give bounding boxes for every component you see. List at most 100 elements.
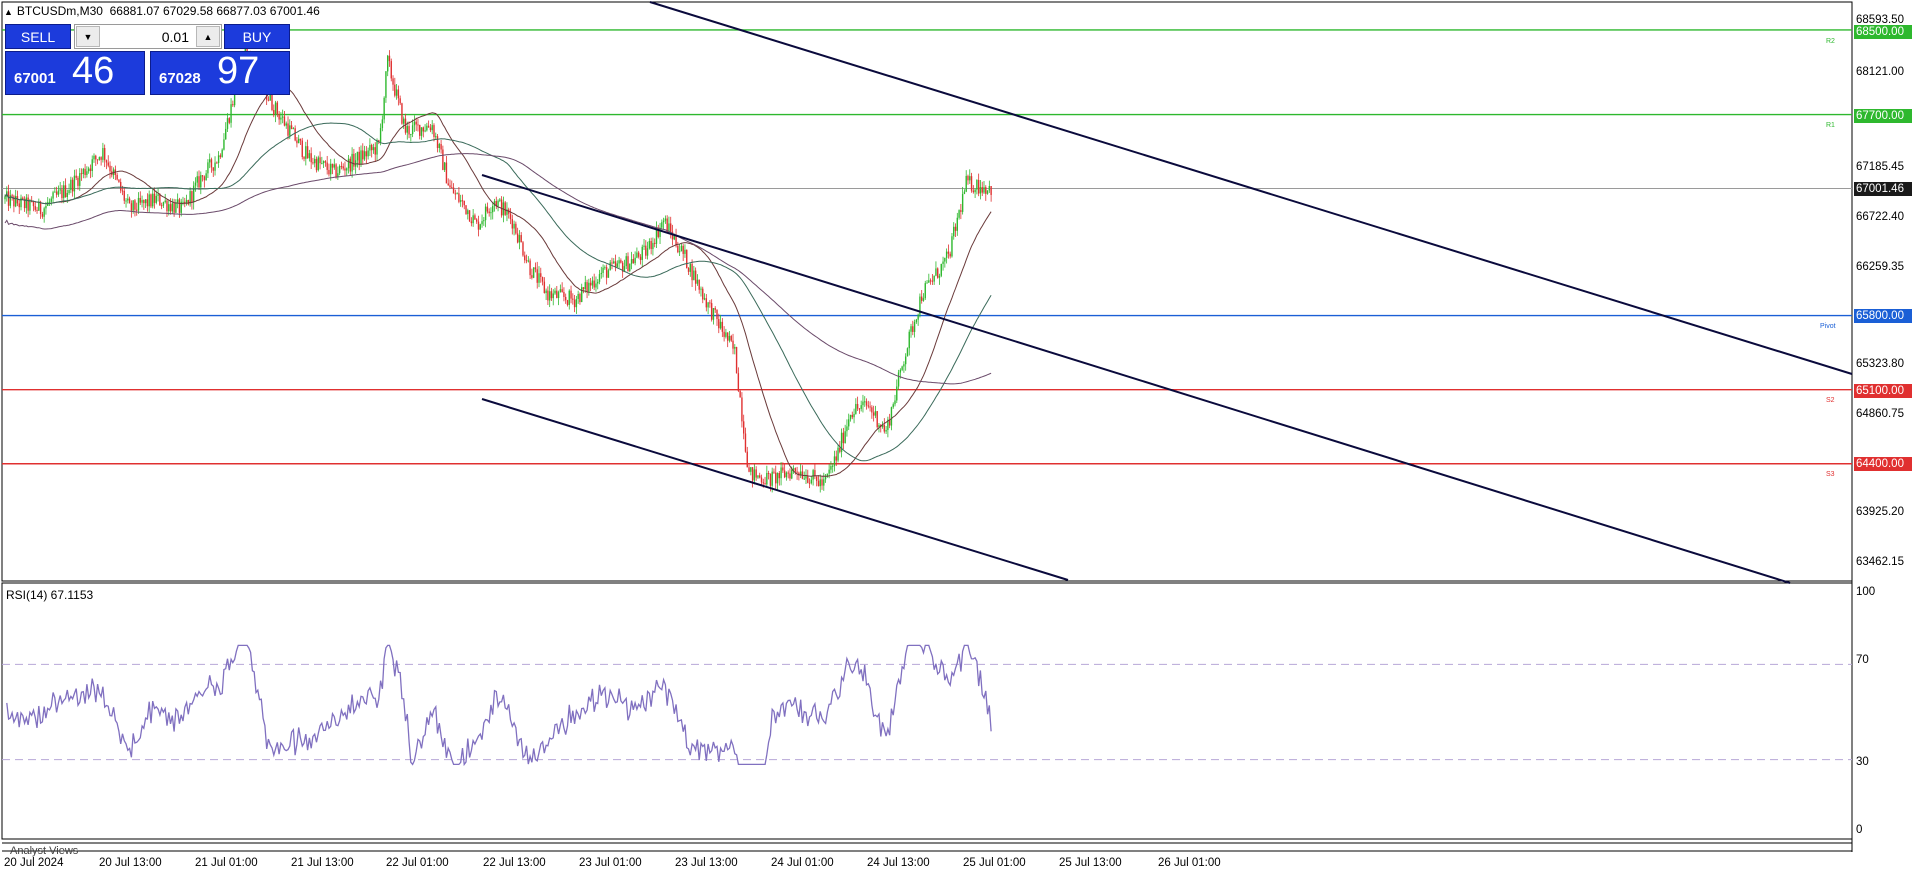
candle-body xyxy=(958,210,960,218)
candle-body xyxy=(725,332,727,337)
candle-body xyxy=(726,332,729,341)
candle-body xyxy=(929,280,932,282)
candle-body xyxy=(367,150,369,157)
candle-body xyxy=(27,197,29,211)
candle-body xyxy=(864,401,866,403)
candle-body xyxy=(164,200,166,203)
candle-body xyxy=(116,174,118,180)
candle-body xyxy=(821,479,823,486)
candle-body xyxy=(597,281,599,284)
candle-body xyxy=(693,270,695,281)
price-axis-label: 63462.15 xyxy=(1856,556,1904,568)
candle-body xyxy=(159,194,161,206)
candle-body xyxy=(143,200,145,204)
candle-body xyxy=(394,84,396,96)
candle-body xyxy=(408,126,410,135)
candle-body xyxy=(702,288,704,300)
lot-increase-button[interactable]: ▲ xyxy=(196,26,220,47)
candle-body xyxy=(98,157,101,160)
candle-body xyxy=(322,161,325,164)
pivot-price-tag: 65800.00 xyxy=(1854,309,1912,323)
symbol-info: ▲ BTCUSDm,M30 66881.07 67029.58 66877.03 … xyxy=(4,3,320,19)
buy-button[interactable]: BUY xyxy=(224,24,290,49)
candle-body xyxy=(832,465,834,467)
candle-body xyxy=(885,430,887,432)
candle-body xyxy=(581,287,583,303)
candle-body xyxy=(867,405,869,407)
candle-body xyxy=(152,193,154,207)
sell-price-button[interactable]: 67001 46 xyxy=(5,50,145,95)
candle-body xyxy=(883,424,886,432)
time-axis-label: 22 Jul 13:00 xyxy=(483,857,546,869)
candle-body xyxy=(468,210,471,222)
candle-body xyxy=(427,125,430,128)
candle-body xyxy=(858,408,861,410)
candle-body xyxy=(442,149,444,170)
candle-body xyxy=(524,255,526,261)
candle-body xyxy=(762,482,764,484)
candle-body xyxy=(497,200,499,207)
candle-body xyxy=(945,251,948,258)
candle-body xyxy=(527,260,530,262)
candle-body xyxy=(16,196,19,204)
symbol-timeframe: BTCUSDm,M30 xyxy=(16,4,103,18)
candle-body xyxy=(792,468,795,470)
candle-body xyxy=(216,162,218,164)
candle-body xyxy=(903,364,905,367)
candle-body xyxy=(924,283,926,299)
sell-price-pips: 46 xyxy=(72,50,115,92)
candle-body xyxy=(949,253,951,257)
candle-body xyxy=(678,251,681,253)
candle-body xyxy=(810,479,813,484)
candle-body xyxy=(274,102,277,115)
candle-body xyxy=(767,472,770,474)
chart-canvas[interactable] xyxy=(0,0,1916,874)
sell-button[interactable]: SELL xyxy=(5,24,71,49)
candle-body xyxy=(82,168,85,175)
candle-body xyxy=(417,124,419,126)
candle-body xyxy=(940,263,942,276)
candle-body xyxy=(57,190,60,195)
candle-body xyxy=(796,471,798,473)
candle-body xyxy=(710,303,713,320)
candle-body xyxy=(773,471,775,473)
lot-decrease-button[interactable]: ▼ xyxy=(76,26,100,47)
candle-body xyxy=(436,136,439,149)
collapse-triangle-icon[interactable]: ▲ xyxy=(4,7,13,17)
time-axis-label: 25 Jul 01:00 xyxy=(963,857,1026,869)
pivot-level-name: Pivot xyxy=(1820,323,1836,330)
candle-body xyxy=(579,293,581,303)
candle-body xyxy=(102,148,104,160)
candle-body xyxy=(66,192,68,198)
lot-size-input[interactable] xyxy=(103,27,189,47)
candle-body xyxy=(931,280,934,282)
candle-body xyxy=(160,205,163,207)
candle-body xyxy=(689,263,691,272)
candle-body xyxy=(372,147,375,151)
candle-body xyxy=(979,187,982,194)
s2-price-tag: 65100.00 xyxy=(1854,384,1912,398)
candle-body xyxy=(703,298,706,300)
candle-body xyxy=(856,403,859,409)
candle-body xyxy=(11,195,13,197)
candle-body xyxy=(64,185,67,198)
candle-body xyxy=(7,191,10,206)
candle-body xyxy=(298,138,300,144)
candle-body xyxy=(757,475,759,478)
candle-body xyxy=(103,148,106,161)
candle-body xyxy=(664,218,667,221)
candle-body xyxy=(607,270,610,278)
buy-price-button[interactable]: 67028 97 xyxy=(150,50,290,95)
candle-body xyxy=(981,187,983,193)
candle-body xyxy=(687,268,690,272)
candle-body xyxy=(625,256,627,267)
candle-body xyxy=(872,412,875,416)
ohlc-values: 66881.07 67029.58 66877.03 67001.46 xyxy=(109,4,320,18)
candle-body xyxy=(75,175,77,178)
candle-body xyxy=(173,203,175,213)
candle-body xyxy=(648,240,651,249)
candle-body xyxy=(223,139,225,150)
candle-body xyxy=(965,175,967,192)
candle-body xyxy=(376,140,378,155)
candle-body xyxy=(390,61,392,79)
